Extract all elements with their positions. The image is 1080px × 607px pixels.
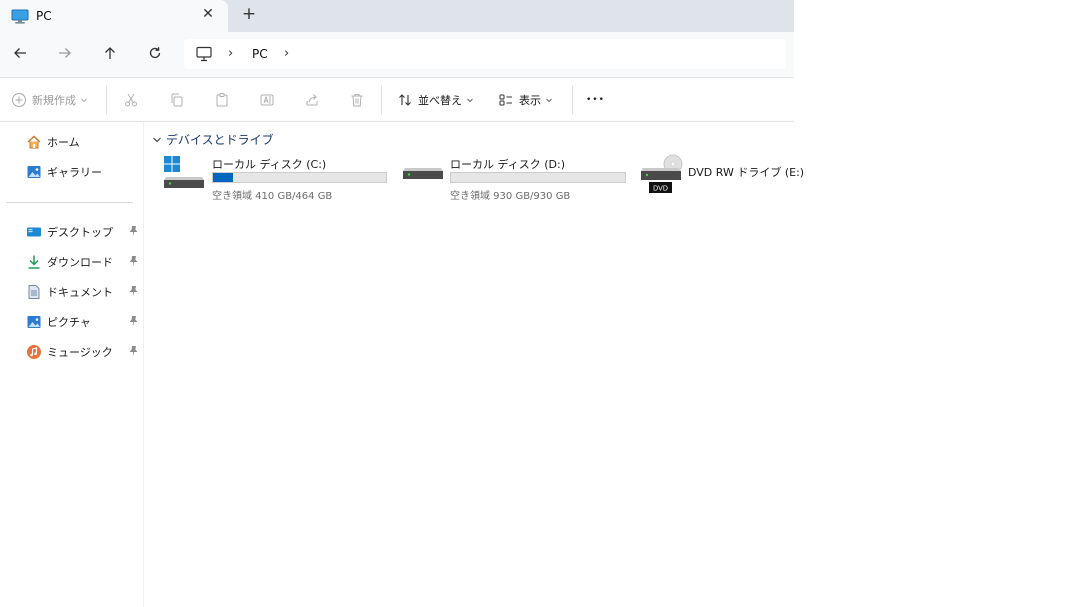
toolbar-divider xyxy=(572,86,573,114)
pc-icon xyxy=(196,46,212,62)
pictures-icon xyxy=(27,316,41,328)
arrow-up-icon xyxy=(105,47,115,59)
view-label: 表示 xyxy=(519,94,541,107)
drive-e-name: DVD RW ドライブ (E:) xyxy=(688,166,805,179)
download-icon xyxy=(28,255,40,269)
arrow-right-icon xyxy=(59,48,71,58)
pin-icon xyxy=(129,256,138,267)
system-drive-icon xyxy=(164,156,204,188)
chevron-down-icon xyxy=(153,137,161,142)
rename-icon xyxy=(260,94,274,106)
breadcrumb-pc[interactable]: PC xyxy=(252,47,268,61)
view-button[interactable]: 表示 xyxy=(498,90,554,110)
sort-button[interactable]: 並べ替え xyxy=(397,90,475,110)
chevron-right-icon[interactable]: › xyxy=(228,46,233,61)
title-bar: PC ✕ + xyxy=(0,0,794,32)
content-area: デバイスとドライブ ローカル ディスク (C:) 空き領域 410 GB/464… xyxy=(144,122,804,607)
copy-button[interactable] xyxy=(169,90,185,110)
music-icon xyxy=(27,345,41,359)
sidebar-item-music[interactable]: ミュージック xyxy=(26,342,141,362)
devices-group-header[interactable]: デバイスとドライブ xyxy=(152,131,274,148)
copy-icon xyxy=(171,93,183,107)
drive-d-usage-bar xyxy=(450,172,626,183)
plus-circle-icon xyxy=(12,93,26,107)
drive-d-free-space: 空き領域 930 GB/930 GB xyxy=(450,191,571,202)
drive-c-name: ローカル ディスク (C:) xyxy=(212,158,327,171)
tab-title: PC xyxy=(36,9,52,23)
tab-pc[interactable]: PC ✕ xyxy=(0,0,228,32)
new-label: 新規作成 xyxy=(32,94,76,107)
drive-c-usage-bar xyxy=(212,172,387,183)
dvd-drive-icon: DVD xyxy=(641,154,683,193)
sort-label: 並べ替え xyxy=(418,94,462,107)
desktop-icon xyxy=(27,227,41,237)
file-explorer-window: PC ✕ + › PC › 新規作成 並べ替え 表示 ••• ホーム ギャラリー… xyxy=(0,0,804,607)
pin-icon xyxy=(129,286,138,297)
sidebar-item-home[interactable]: ホーム xyxy=(26,132,141,152)
sort-icon xyxy=(399,94,411,106)
drive-c-free-space: 空き領域 410 GB/464 GB xyxy=(212,191,333,202)
chevron-right-icon[interactable]: › xyxy=(284,46,289,61)
toolbar-divider xyxy=(381,86,382,114)
pin-icon xyxy=(129,346,138,357)
scissors-icon xyxy=(125,93,137,107)
paste-button[interactable] xyxy=(214,90,230,110)
toolbar-divider xyxy=(106,86,107,114)
sidebar-item-gallery[interactable]: ギャラリー xyxy=(26,162,141,182)
sidebar-divider xyxy=(6,202,133,203)
rename-button[interactable] xyxy=(259,90,275,110)
pin-icon xyxy=(129,226,138,237)
pin-icon xyxy=(129,316,138,327)
command-bar: 新規作成 並べ替え 表示 ••• xyxy=(0,78,794,122)
dvd-badge: DVD xyxy=(653,186,668,193)
monitor-icon xyxy=(11,9,29,24)
refresh-button[interactable] xyxy=(144,42,166,64)
close-tab-button[interactable]: ✕ xyxy=(200,6,216,22)
gallery-icon xyxy=(27,166,41,178)
sidebar-item-pictures[interactable]: ピクチャ xyxy=(26,312,141,332)
sidebar-item-documents[interactable]: ドキュメント xyxy=(26,282,141,302)
drive-c[interactable]: ローカル ディスク (C:) 空き領域 410 GB/464 GB xyxy=(164,154,394,202)
delete-button[interactable] xyxy=(349,90,365,110)
home-icon xyxy=(27,135,41,149)
drive-d-name: ローカル ディスク (D:) xyxy=(450,158,565,171)
forward-button[interactable] xyxy=(54,42,76,64)
up-button[interactable] xyxy=(99,42,121,64)
drive-d[interactable]: ローカル ディスク (D:) 空き領域 930 GB/930 GB xyxy=(403,154,633,202)
more-options-button[interactable]: ••• xyxy=(586,90,605,110)
drive-e[interactable]: DVD DVD RW ドライブ (E:) xyxy=(641,154,804,194)
refresh-icon xyxy=(149,47,161,59)
sidebar-item-desktop[interactable]: デスクトップ xyxy=(26,222,141,242)
share-icon xyxy=(306,94,318,106)
chevron-down-icon xyxy=(81,98,87,103)
new-tab-button[interactable]: + xyxy=(241,5,257,23)
trash-icon xyxy=(351,94,363,107)
new-button[interactable]: 新規作成 xyxy=(11,90,89,110)
navigation-bar: › PC › xyxy=(0,32,794,78)
cut-button[interactable] xyxy=(123,90,139,110)
back-button[interactable] xyxy=(9,42,31,64)
clipboard-icon xyxy=(216,93,228,107)
sidebar-item-downloads[interactable]: ダウンロード xyxy=(26,252,141,272)
chevron-down-icon xyxy=(467,98,473,103)
documents-icon xyxy=(28,285,40,299)
share-button[interactable] xyxy=(304,90,320,110)
more-icon: ••• xyxy=(586,95,605,105)
address-bar[interactable]: › PC › xyxy=(184,39,786,69)
chevron-down-icon xyxy=(546,98,552,103)
arrow-left-icon xyxy=(14,48,26,58)
hard-drive-icon xyxy=(403,168,443,179)
drive-c-usage-fill xyxy=(213,173,234,182)
navigation-pane: ホーム ギャラリー デスクトップ ダウンロード ドキュメント ピクチャ ミュージ… xyxy=(0,122,144,607)
view-list-icon xyxy=(499,94,512,106)
